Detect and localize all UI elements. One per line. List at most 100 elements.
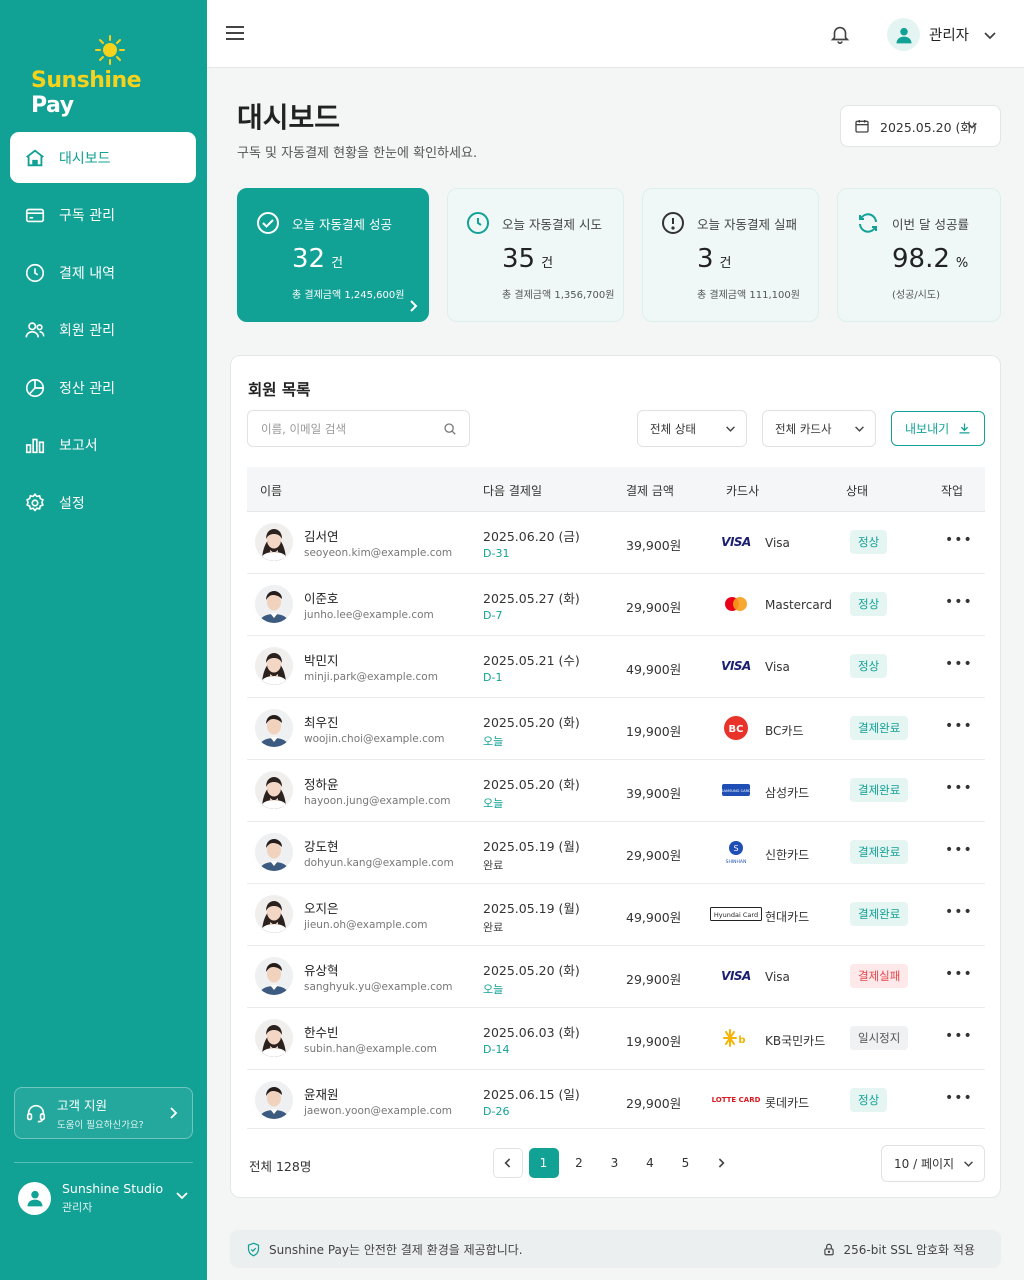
- chevron-left-icon: [504, 1158, 511, 1168]
- chevron-right-icon: [410, 300, 418, 312]
- search-input[interactable]: 이름, 이메일 검색: [247, 410, 470, 447]
- sidebar-item-members[interactable]: 회원 관리: [10, 305, 196, 356]
- menu-icon[interactable]: [225, 24, 245, 42]
- member-email: subin.han@example.com: [304, 1043, 437, 1055]
- more-options-icon[interactable]: •••: [945, 656, 973, 672]
- table-row[interactable]: 한수빈 subin.han@example.com 2025.06.03 (화) D-…: [247, 1008, 985, 1070]
- table-row[interactable]: 박민지 minji.park@example.com 2025.05.21 (수) D…: [247, 636, 985, 698]
- table-row[interactable]: 강도현 dohyun.kang@example.com 2025.05.19 (월)…: [247, 822, 985, 884]
- page-button-5[interactable]: 5: [671, 1148, 701, 1178]
- stat-card-success[interactable]: 오늘 자동결제 성공 32 건 총 결제금액 1,245,600원: [237, 188, 429, 322]
- card-filter-select[interactable]: 전체 카드사: [762, 410, 876, 447]
- payment-amount: 19,900원: [626, 724, 682, 739]
- chevron-down-icon: [967, 122, 977, 129]
- chevron-down-icon: [726, 426, 735, 432]
- table-row[interactable]: 김서연 seoyeon.kim@example.com 2025.06.20 (금)…: [247, 512, 985, 574]
- col-next-date: 다음 결제일: [483, 484, 543, 498]
- member-name: 이준호: [304, 591, 339, 606]
- sidebar-item-subscriptions[interactable]: 구독 관리: [10, 190, 196, 241]
- more-options-icon[interactable]: •••: [945, 1028, 973, 1044]
- days-remaining: D-7: [483, 609, 503, 622]
- member-email: jieun.oh@example.com: [304, 919, 428, 931]
- next-payment-date: 2025.05.21 (수): [483, 653, 580, 668]
- sidebar-item-label: 보고서: [59, 438, 98, 455]
- table-row[interactable]: 오지은 jieun.oh@example.com 2025.05.19 (월) 완료 4…: [247, 884, 985, 946]
- sidebar-item-reports[interactable]: 보고서: [10, 420, 196, 471]
- col-name: 이름: [260, 484, 283, 498]
- more-options-icon[interactable]: •••: [945, 718, 973, 734]
- payment-amount: 29,900원: [626, 848, 682, 863]
- table-row[interactable]: 이준호 junho.lee@example.com 2025.05.27 (화) D-…: [247, 574, 985, 636]
- prev-page-button[interactable]: [493, 1148, 523, 1178]
- table-row[interactable]: 정하윤 hayoon.jung@example.com 2025.05.20 (화)…: [247, 760, 985, 822]
- more-options-icon[interactable]: •••: [945, 780, 973, 796]
- page-button-2[interactable]: 2: [564, 1148, 594, 1178]
- sidebar-item-payments[interactable]: 결제 내역: [10, 247, 196, 298]
- bar-chart-icon: [25, 439, 45, 454]
- gear-icon: [26, 493, 44, 512]
- user-menu[interactable]: 관리자: [887, 18, 997, 51]
- days-remaining: 오늘: [483, 735, 504, 748]
- support-title: 고객 지원: [57, 1098, 107, 1113]
- sidebar-divider: [14, 1162, 193, 1163]
- sidebar-item-settlement[interactable]: 정산 관리: [10, 362, 196, 413]
- stat-card-attempts[interactable]: 오늘 자동결제 시도 35 건 총 결제금액 1,356,700원: [447, 188, 624, 322]
- days-remaining: 완료: [483, 859, 504, 872]
- page-button-4[interactable]: 4: [635, 1148, 665, 1178]
- stat-card-failed[interactable]: 오늘 자동결제 실패 3건 총 결제금액 111,100원: [642, 188, 819, 322]
- sidebar-item-label: 구독 관리: [59, 208, 115, 225]
- table-row[interactable]: 최우진 woojin.choi@example.com 2025.05.20 (화)…: [247, 698, 985, 760]
- next-page-button[interactable]: [706, 1148, 736, 1178]
- days-remaining: 오늘: [483, 983, 504, 996]
- account-name: Sunshine Studio: [62, 1181, 164, 1196]
- stat-label: 오늘 자동결제 실패: [697, 217, 797, 232]
- payment-amount: 39,900원: [626, 538, 682, 553]
- brand-logo[interactable]: Sunshine Pay: [28, 34, 188, 118]
- avatar: [255, 1081, 293, 1119]
- card-issuer: 롯데카드: [765, 1096, 810, 1110]
- page-button-3[interactable]: 3: [600, 1148, 630, 1178]
- status-badge: 결제실패: [850, 964, 909, 988]
- table-row[interactable]: 윤재원 jaewon.yoon@example.com 2025.06.15 (일)…: [247, 1070, 985, 1132]
- sidebar-nav: 대시보드 구독 관리 결제 내역 회원 관리 정산 관리 보고서 설정: [10, 132, 196, 535]
- stat-card-success-rate[interactable]: 이번 달 성공률 98.2% (성공/시도): [837, 188, 1001, 322]
- account-switcher[interactable]: Sunshine Studio 관리자: [18, 1178, 193, 1218]
- table-row[interactable]: 유상혁 sanghyuk.yu@example.com 2025.05.20 (화)…: [247, 946, 985, 1008]
- sidebar-item-settings[interactable]: 설정: [10, 478, 196, 529]
- more-options-icon[interactable]: •••: [945, 1090, 973, 1106]
- next-payment-date: 2025.06.20 (금): [483, 529, 580, 544]
- user-icon: [27, 1190, 42, 1207]
- member-list-card: 회원 목록 이름, 이메일 검색 전체 상태 전체 카드사 내보내기 이름 다음…: [230, 355, 1001, 1198]
- member-email: seoyeon.kim@example.com: [304, 547, 453, 559]
- stat-label: 오늘 자동결제 시도: [502, 217, 602, 232]
- support-card[interactable]: 고객 지원 도움이 필요하신가요?: [14, 1087, 193, 1139]
- sun-icon: [95, 35, 125, 65]
- clock-icon: [25, 263, 45, 282]
- col-status: 상태: [846, 484, 869, 498]
- page-title: 대시보드: [237, 101, 341, 134]
- page-subtitle: 구독 및 자동결제 현황을 한눈에 확인하세요.: [237, 146, 478, 161]
- page-size-select[interactable]: 10 / 페이지: [881, 1145, 985, 1182]
- status-filter-select[interactable]: 전체 상태: [637, 410, 747, 447]
- card-brand-logo: b: [709, 1026, 763, 1050]
- more-options-icon[interactable]: •••: [945, 842, 973, 858]
- sidebar-item-dashboard[interactable]: 대시보드: [10, 132, 196, 183]
- date-picker[interactable]: 2025.05.20 (화): [840, 105, 1001, 147]
- card-issuer: 신한카드: [765, 848, 810, 862]
- more-options-icon[interactable]: •••: [945, 966, 973, 982]
- member-email: woojin.choi@example.com: [304, 733, 445, 745]
- col-amount: 결제 금액: [626, 484, 674, 498]
- export-button[interactable]: 내보내기: [891, 411, 985, 446]
- payment-amount: 29,900원: [626, 972, 682, 987]
- stat-value: 3건: [697, 244, 732, 274]
- more-options-icon[interactable]: •••: [945, 532, 973, 548]
- sidebar-item-label: 회원 관리: [59, 323, 115, 340]
- bell-icon[interactable]: [829, 22, 851, 46]
- payment-amount: 49,900원: [626, 910, 682, 925]
- more-options-icon[interactable]: •••: [945, 904, 973, 920]
- page-button-1[interactable]: 1: [528, 1148, 559, 1178]
- card-brand-logo: [709, 592, 763, 616]
- page-size-value: 10 / 페이지: [894, 1157, 955, 1171]
- member-name: 윤재원: [304, 1087, 339, 1102]
- more-options-icon[interactable]: •••: [945, 594, 973, 610]
